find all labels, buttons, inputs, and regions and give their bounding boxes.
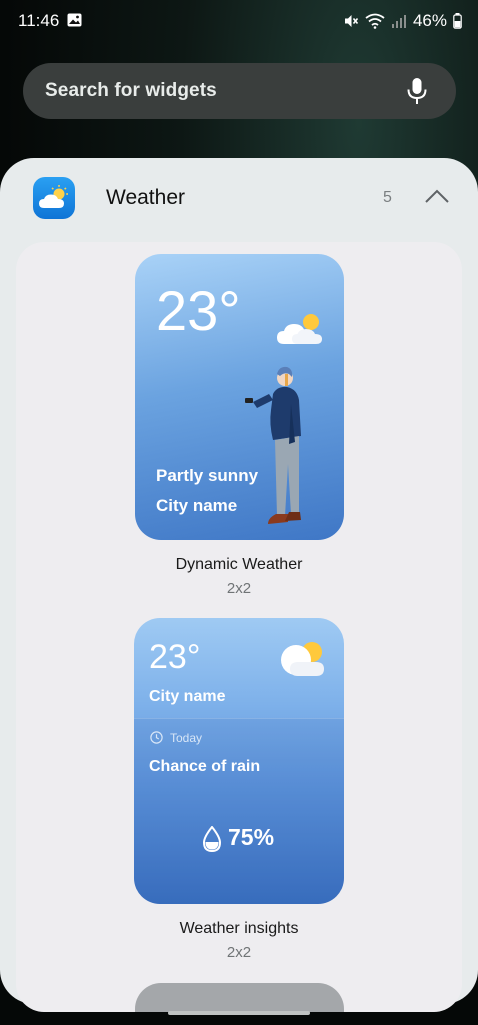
water-drop-icon — [202, 826, 222, 852]
home-indicator[interactable] — [168, 1011, 310, 1015]
weather-app-icon — [33, 177, 75, 219]
widget-name: Dynamic Weather — [175, 556, 303, 573]
widget-city: City name — [149, 688, 226, 705]
widget-count: 5 — [383, 189, 392, 206]
mute-icon — [344, 15, 359, 27]
image-icon — [67, 13, 82, 27]
status-bar: 11:46 46% — [0, 0, 478, 44]
app-title: Weather — [106, 186, 185, 209]
widget-condition: Partly sunny — [156, 466, 259, 485]
battery-percent: 46% — [412, 11, 447, 30]
dynamic-weather-widget[interactable]: 23° Partly sunny City name — [135, 254, 344, 540]
status-time: 11:46 — [18, 11, 60, 30]
weather-insights-widget[interactable]: 23° City name Today Chance of rain 75% — [134, 618, 344, 904]
cloud-sun-icon — [281, 642, 324, 676]
widget-today-label: Today — [170, 731, 203, 745]
widget-name: Weather insights — [179, 920, 299, 937]
widget-preview[interactable] — [135, 983, 344, 1012]
wifi-icon — [365, 13, 385, 29]
status-icons: 46% — [343, 11, 462, 31]
battery-icon — [453, 13, 462, 29]
search-bar[interactable]: Search for widgets — [23, 63, 456, 119]
chevron-up-icon[interactable] — [424, 188, 450, 204]
widget-list: 23° Partly sunny City name Dynamic Weath… — [16, 242, 462, 1012]
widget-size: 2x2 — [226, 944, 252, 961]
search-input[interactable]: Search for widgets — [45, 80, 217, 102]
widget-chance-label: Chance of rain — [149, 758, 261, 775]
widget-rain-percent: 75% — [228, 824, 275, 850]
widget-lower-panel — [134, 718, 344, 904]
cloud-sun-icon — [277, 314, 322, 344]
mic-icon[interactable] — [406, 77, 428, 105]
widget-sheet: Weather 5 23° Partly sunny City name Dyn… — [0, 158, 478, 1012]
person-illustration — [245, 366, 301, 524]
widget-size: 2x2 — [226, 580, 252, 597]
widget-temperature: 23° — [156, 279, 241, 342]
widget-city: City name — [156, 496, 238, 515]
signal-icon — [391, 15, 406, 28]
widget-temperature: 23° — [149, 638, 201, 676]
widget-divider — [134, 718, 344, 719]
clock-icon — [150, 731, 163, 744]
